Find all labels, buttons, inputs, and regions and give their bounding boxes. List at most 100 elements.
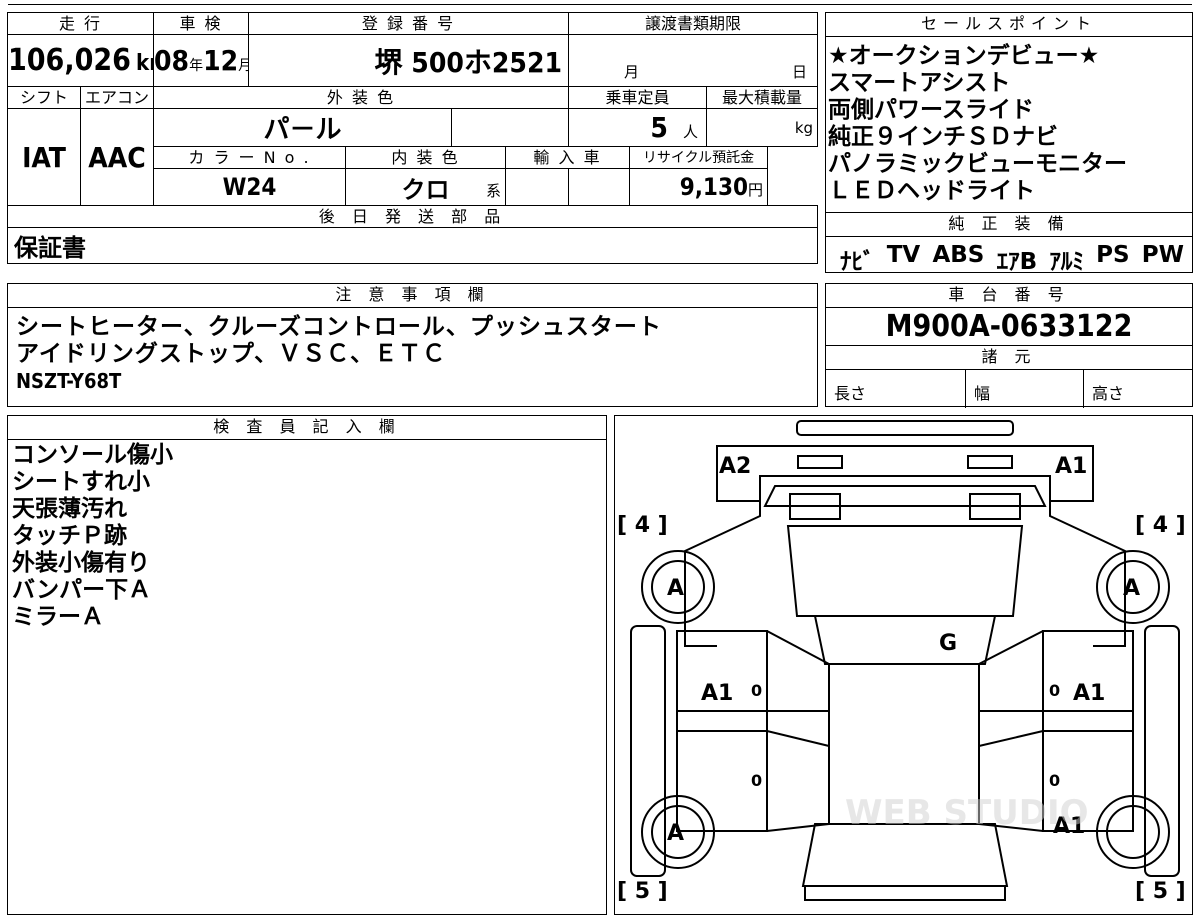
mileage-header: 走 行 [7,12,154,35]
max-load-cell: kg [706,108,819,147]
inspection-month: 12 [203,44,239,77]
width-label: 幅 [966,370,1084,408]
equipment-item: PS [1096,242,1130,268]
rear-window-shape [801,823,1009,887]
mileage-unit: km [136,51,152,76]
headlight-left-shape [797,455,843,469]
inspector-line: タッチＰ跡 [12,523,127,549]
chassis-box: 車 台 番 号 M900A-0633122 諸 元 長さ 幅 高さ [825,283,1193,408]
wheel-fl-label: A [667,576,684,601]
color-no-header: カ ラ ー N o . [153,146,346,169]
inspector-line: ミラーＡ [12,604,104,630]
car-diagram-box: A2 A1 [ 4 ] [ 4 ] [ 5 ] [ 5 ] A A A G A1… [614,415,1193,915]
small-mark: 0 [1049,771,1060,790]
side-skirt-right-shape [1144,625,1180,877]
equipment-item: ABS [932,242,985,268]
transfer-month-unit: 月 [624,63,640,81]
equipment-item: ｴｱB [996,249,1038,275]
notes-content: シートヒーター、クルーズコントロール、プッシュスタート アイドリングストップ、Ｖ… [8,308,817,394]
top-cutoff-strip [8,0,1192,5]
exterior-color-cell: パ－ル [153,108,452,147]
headlight-right-shape [967,455,1013,469]
front-door-right-label: A1 [1073,681,1105,706]
note-line: シートヒーター、クルーズコントロール、プッシュスタート [16,314,662,340]
exterior-color-header: 外 装 色 [152,86,570,109]
small-mark: 0 [1049,681,1060,700]
inspection-month-unit: 月 [238,58,247,74]
sales-point-line: ★オークションデビュー★ [828,43,1100,69]
wheel-rl-label: A [667,821,684,846]
capacity-cell: 5 人 [568,108,708,147]
tire-rr-rating: [ 5 ] [1135,879,1186,904]
small-mark: 0 [751,681,762,700]
note-line: アイドリングストップ、ＶＳＣ、ＥＴＣ [16,341,447,367]
roof-front-shape [813,615,997,665]
front-bumper-shape [796,420,1014,436]
inspection-year: 08 [154,44,190,77]
later-parts-header: 後 日 発 送 部 品 [6,205,819,228]
sales-points-header: セールスポイント [826,13,1192,37]
small-mark: 0 [751,771,762,790]
tire-fl-rating: [ 4 ] [617,513,668,538]
watermark: WEB STUDIO [845,793,1089,833]
inspection-header: 車 検 [153,12,249,35]
notes-box: 注 意 事 項 欄 シートヒーター、クルーズコントロール、プッシュスタート アイ… [7,283,818,407]
capacity-unit: 人 [683,123,699,141]
interior-color-value: クロ [401,175,450,204]
equipment-item: TV [886,242,921,268]
transfer-deadline-header: 譲渡書類期限 [568,12,819,35]
shift-header: シフト [7,86,81,109]
recycle-fee-unit: 円 [748,181,764,199]
sales-point-line: 両側パワースライド [828,97,1034,123]
specs-row: 長さ 幅 高さ [826,370,1192,408]
side-skirt-left-shape [630,625,666,877]
tire-rl-rating: [ 5 ] [617,879,668,904]
imported-header: 輸 入 車 [504,146,631,169]
notes-header: 注 意 事 項 欄 [8,284,817,308]
mileage-value: 106,026 [8,43,131,78]
inspector-line: バンパー下Ａ [12,577,152,603]
inspector-line: 天張薄汚れ [12,496,127,522]
equipment-item: ﾅﾋﾞ [840,249,875,275]
rear-bumper-shape [804,885,1006,901]
standard-equipment-header: 純 正 装 備 [826,213,1192,237]
body-left-front-shape [684,501,761,647]
body-right-front-shape [1049,501,1126,647]
aircon-value: AAC [88,140,146,174]
capacity-value: 5 [650,111,668,144]
later-parts-cell: 保証書 [6,227,819,264]
height-label: 高さ [1092,384,1125,403]
sales-point-line: ＬＥＤヘッドライト [828,178,1035,204]
mileage-cell: 106,026 km [7,34,154,87]
specs-header: 諸 元 [826,346,1192,370]
equipment-item: ｱﾙﾐ [1049,249,1084,275]
inspector-line: コンソール傷小 [12,442,173,468]
transfer-deadline-cell: 月 日 [568,34,819,87]
capacity-header: 乗車定員 [568,86,708,109]
sales-points-list: ★オークションデビュー★ スマートアシスト 両側パワースライド 純正９インチＳＤ… [826,37,1192,205]
interior-color-header: 内 装 色 [345,146,506,169]
inspector-notes: コンソール傷小 シートすれ小 天張薄汚れ タッチＰ跡 外装小傷有り バンパー下Ａ… [8,440,606,631]
interior-color-cell: クロ 系 [345,168,506,206]
later-parts-value: 保証書 [14,234,86,262]
aircon-header: エアコン [80,86,154,109]
recycle-fee-header: リサイクル預託金 [629,146,769,169]
standard-equipment-list: ﾅﾋﾞ TV ABS ｴｱB ｱﾙﾐ PS PW [826,237,1192,276]
exterior-color-extra-cell [450,108,570,147]
hood-outline-shape [716,445,1094,502]
tire-fr-rating: [ 4 ] [1135,513,1186,538]
front-left-label: A2 [719,454,751,479]
registration-plate: 堺 500ホ2521 [374,45,563,79]
aircon-cell: AAC [80,108,154,206]
imported-cell-a [504,168,570,206]
registration-header: 登 録 番 号 [247,12,570,35]
front-right-label: A1 [1055,454,1087,479]
color-no-value: W24 [222,173,277,201]
inspection-cell: 08年12月 [153,34,249,87]
imported-cell-b [568,168,631,206]
transfer-day-unit: 日 [792,63,808,81]
windshield-shape [786,525,1024,617]
inspector-line: シートすれ小 [12,469,150,495]
registration-cell: 堺 500ホ2521 [247,34,570,87]
shift-cell: IAT [7,108,81,206]
